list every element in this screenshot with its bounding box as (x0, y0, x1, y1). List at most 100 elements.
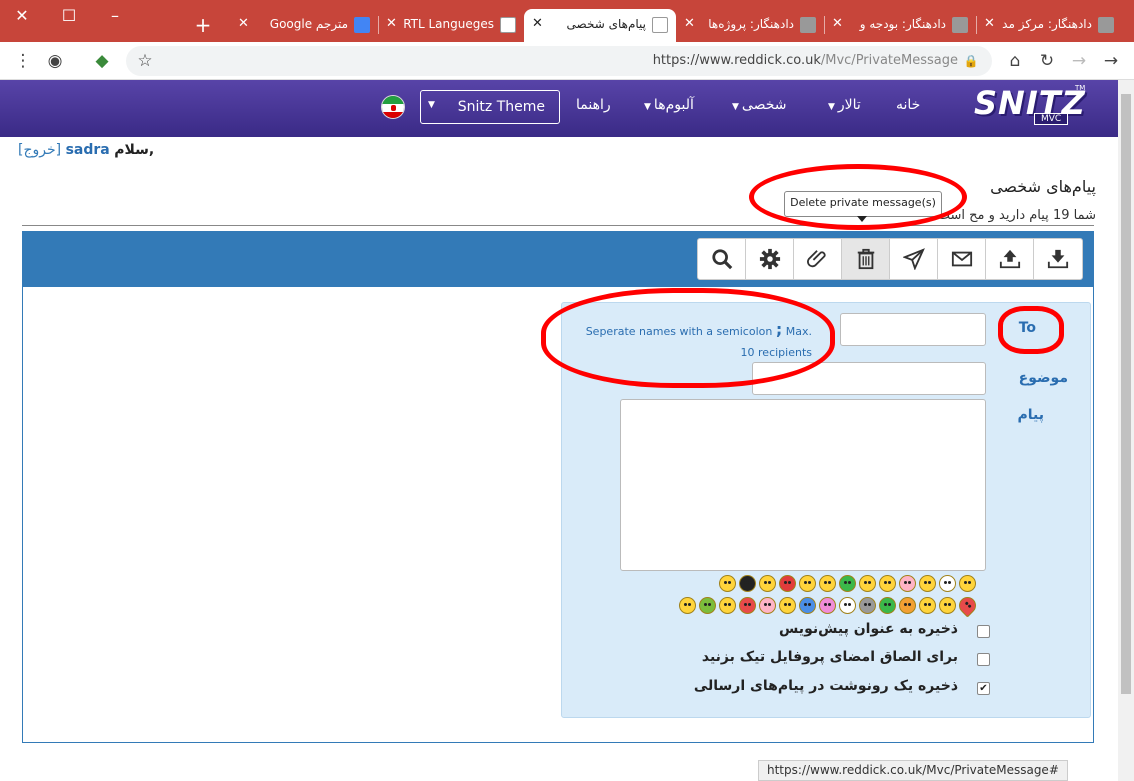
inbox-button[interactable] (938, 239, 986, 279)
green-smiley-icon[interactable] (879, 597, 896, 614)
smiley-icon[interactable] (879, 575, 896, 592)
tab-strip: ✕ ☐ – + مترجم Google ✕ RTL Langueges ✕ پ… (0, 0, 1134, 42)
nav-personal[interactable]: شخصی▼ (732, 97, 787, 113)
message-label: پیام (1017, 407, 1045, 423)
angry-smiley-icon[interactable] (779, 575, 796, 592)
annotation-circle (998, 306, 1064, 354)
draft-checkbox[interactable] (977, 625, 990, 638)
smiley-icon[interactable] (859, 575, 876, 592)
nav-forum[interactable]: تالار▼ (828, 97, 861, 113)
shocked-smiley-icon[interactable] (819, 597, 836, 614)
draft-option-label: ذخیره به عنوان پیش‌نویس (779, 621, 958, 637)
smiley-icon[interactable] (719, 575, 736, 592)
close-tab-icon[interactable]: ✕ (684, 16, 695, 31)
nav-help[interactable]: راهنما (576, 97, 611, 113)
save-copy-checkbox[interactable]: ✔ (977, 682, 990, 695)
grey-smiley-icon[interactable] (859, 597, 876, 614)
nav-home[interactable]: خانه (896, 97, 920, 113)
site-navbar: SNITZ MVC TM خانه تالار▼ شخصی▼ آلبوم‌ها▼… (0, 80, 1118, 137)
to-field[interactable] (840, 313, 986, 346)
message-textarea[interactable] (620, 399, 986, 571)
site-icon (800, 17, 816, 33)
new-tab-icon[interactable]: + (190, 14, 216, 36)
snitz-icon (652, 17, 668, 33)
tab-google-translate[interactable]: مترجم Google ✕ (230, 9, 378, 42)
smiley-icon[interactable] (939, 597, 956, 614)
logout-link[interactable]: [خروج] (18, 142, 61, 158)
close-window-icon[interactable]: ✕ (9, 5, 35, 27)
close-tab-icon[interactable]: ✕ (238, 16, 249, 31)
clown-smiley-icon[interactable] (939, 575, 956, 592)
close-tab-icon[interactable]: ✕ (386, 16, 397, 31)
menu-icon[interactable]: ⋮ (12, 50, 34, 72)
dead-smiley-icon[interactable] (839, 597, 856, 614)
address-bar[interactable]: ☆ https://www.reddick.co.uk/Mvc/PrivateM… (126, 46, 992, 76)
tab-private-messages[interactable]: پیام‌های شخصی ✕ (524, 9, 676, 42)
theme-select[interactable]: Snitz Theme ▼ (420, 90, 560, 124)
close-tab-icon[interactable]: ✕ (984, 16, 995, 31)
sad-smiley-icon[interactable] (799, 597, 816, 614)
dropdown-arrow-icon: ▼ (428, 100, 435, 110)
google-translate-icon (354, 17, 370, 33)
reload-icon[interactable]: ↻ (1036, 50, 1058, 72)
tab-center[interactable]: دادهنگار: مرکز مد ✕ (976, 9, 1122, 42)
heart-icon[interactable] (955, 593, 980, 618)
smiley-icon[interactable] (799, 575, 816, 592)
upload-button[interactable] (986, 239, 1034, 279)
paperclip-icon (806, 250, 826, 268)
cool-smiley-icon[interactable] (959, 575, 976, 592)
username-link[interactable]: sadra (66, 142, 110, 158)
scrollbar-thumb[interactable] (1121, 94, 1131, 694)
message-count: شما 19 پیام دارید و مح ‌است. (933, 208, 1096, 223)
paper-plane-icon (902, 248, 925, 270)
thumbs-up-icon[interactable] (919, 597, 936, 614)
sick-smiley-icon[interactable] (839, 575, 856, 592)
tab-rtl-langueges[interactable]: RTL Langueges ✕ (378, 9, 524, 42)
smiley-icon[interactable] (819, 575, 836, 592)
tongue-smiley-icon[interactable] (899, 597, 916, 614)
eight-ball-icon[interactable] (739, 575, 756, 592)
download-button[interactable] (1034, 239, 1082, 279)
devil-smiley-icon[interactable] (739, 597, 756, 614)
star-icon[interactable]: ☆ (134, 50, 156, 72)
maximize-icon[interactable]: ☐ (56, 5, 82, 27)
kiss-smiley-icon[interactable] (759, 597, 776, 614)
attach-button[interactable] (794, 239, 842, 279)
extension-icon[interactable]: ◆ (91, 50, 113, 72)
forward-icon: → (1071, 51, 1087, 71)
settings-button[interactable] (746, 239, 794, 279)
home-icon[interactable]: ⌂ (1004, 50, 1026, 72)
download-icon (1047, 249, 1069, 269)
upload-icon (999, 249, 1020, 269)
wink-smiley-icon[interactable] (779, 597, 796, 614)
back-icon[interactable]: → (1100, 50, 1122, 72)
smiley-icon[interactable] (759, 575, 776, 592)
minimize-icon[interactable]: – (102, 5, 128, 27)
lock-icon[interactable]: 🔒 (960, 50, 982, 72)
close-tab-icon[interactable]: ✕ (832, 16, 843, 31)
iran-flag-icon[interactable] (381, 95, 405, 119)
envelope-icon (951, 251, 972, 267)
account-icon[interactable]: ◉ (44, 50, 66, 72)
search-button[interactable] (698, 239, 746, 279)
close-tab-icon[interactable]: ✕ (532, 16, 543, 31)
scrollbar[interactable] (1118, 80, 1134, 781)
smiley-icon[interactable] (919, 575, 936, 592)
delete-button[interactable] (842, 239, 890, 279)
sick-smiley-icon[interactable] (699, 597, 716, 614)
site-icon (952, 17, 968, 33)
divider (22, 225, 1094, 226)
url-text: https://www.reddick.co.uk/Mvc/PrivateMes… (652, 53, 958, 68)
tab-budget[interactable]: دادهنگار: بودجه و ✕ (824, 9, 976, 42)
smiley-icon[interactable] (719, 597, 736, 614)
panel-header (23, 232, 1093, 287)
nav-albums[interactable]: آلبوم‌ها▼ (644, 97, 694, 113)
tab-projects[interactable]: دادهنگار: پروژه‌ها ✕ (676, 9, 824, 42)
signature-checkbox[interactable] (977, 653, 990, 666)
smiley-icon[interactable] (679, 597, 696, 614)
blush-smiley-icon[interactable] (899, 575, 916, 592)
send-button[interactable] (890, 239, 938, 279)
snitz-icon (500, 17, 516, 33)
gear-icon (759, 248, 780, 270)
snitz-logo[interactable]: SNITZ MVC TM (972, 84, 1085, 126)
